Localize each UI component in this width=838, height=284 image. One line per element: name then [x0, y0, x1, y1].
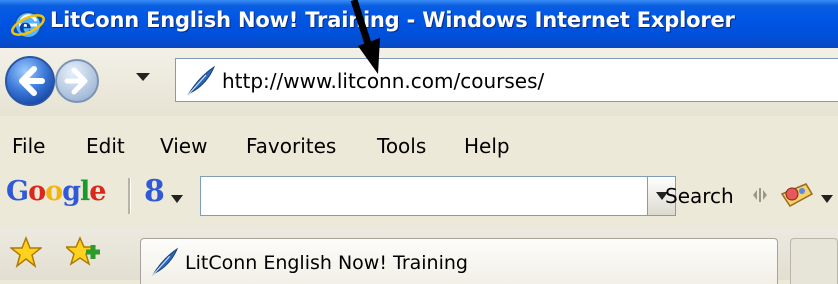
- toolbar-separator: [128, 178, 131, 214]
- back-button[interactable]: [4, 55, 56, 107]
- google-logo-letter: l: [79, 176, 90, 207]
- google-button-icon[interactable]: 8: [144, 174, 165, 209]
- address-row: http://www.litconn.com/courses/: [0, 48, 838, 116]
- google-logo-letter: e: [89, 176, 106, 207]
- google-search-input[interactable]: [200, 176, 648, 216]
- google-logo-letter: o: [28, 176, 46, 207]
- forward-button[interactable]: [54, 58, 100, 104]
- add-to-favorites-icon[interactable]: [66, 236, 102, 268]
- window-title: LitConn English Now! Training - Windows …: [50, 8, 735, 32]
- menu-favorites[interactable]: Favorites: [246, 134, 336, 158]
- feather-icon: [152, 247, 179, 276]
- toolbar-resize-grip-icon[interactable]: [752, 186, 768, 204]
- title-bar[interactable]: e LitConn English Now! Training - Window…: [0, 0, 838, 48]
- tab-row: LitConn English Now! Training: [0, 228, 838, 284]
- history-dropdown-icon[interactable]: [134, 70, 152, 84]
- favorites-star-icon[interactable]: [10, 236, 42, 268]
- extension-dropdown-icon[interactable]: [820, 194, 834, 204]
- tab-litconn[interactable]: LitConn English Now! Training: [140, 238, 778, 284]
- menu-help[interactable]: Help: [464, 134, 510, 158]
- new-tab-button[interactable]: [790, 238, 838, 284]
- menu-bar: File Edit View Favorites Tools Help: [0, 116, 838, 176]
- google-logo-letter: o: [45, 176, 63, 207]
- menu-view[interactable]: View: [160, 134, 207, 158]
- tab-title: LitConn English Now! Training: [185, 252, 468, 274]
- toolbar-extension-icon[interactable]: [776, 180, 816, 212]
- google-menu-dropdown-icon[interactable]: [170, 194, 184, 204]
- google-logo[interactable]: Google: [6, 176, 106, 207]
- google-logo-letter: g: [62, 176, 81, 207]
- google-logo-letter: G: [6, 176, 29, 207]
- google-toolbar: Google 8 Search: [0, 170, 838, 228]
- feather-icon: [187, 65, 216, 96]
- address-bar[interactable]: http://www.litconn.com/courses/: [175, 58, 838, 102]
- menu-tools[interactable]: Tools: [377, 134, 426, 158]
- address-url[interactable]: http://www.litconn.com/courses/: [222, 69, 544, 93]
- google-search-button[interactable]: Search: [665, 184, 734, 208]
- menu-edit[interactable]: Edit: [86, 134, 125, 158]
- menu-file[interactable]: File: [12, 134, 45, 158]
- ie-logo-icon: e: [11, 11, 45, 39]
